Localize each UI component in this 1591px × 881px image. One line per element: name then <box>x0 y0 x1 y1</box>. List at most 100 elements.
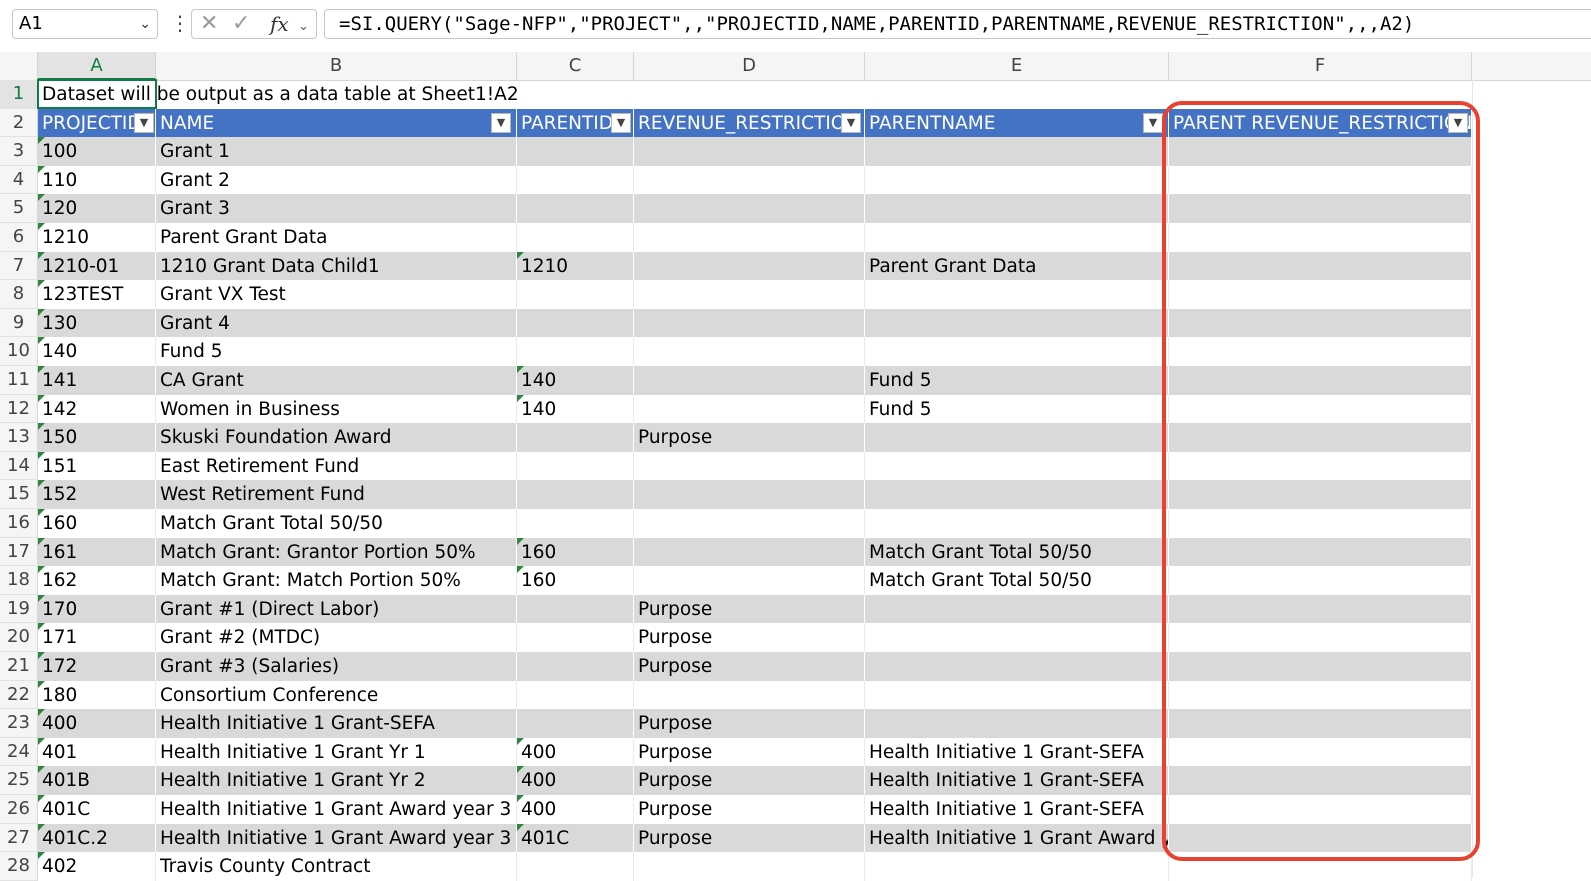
parentname-cell[interactable] <box>865 852 1169 881</box>
revenue-restriction-cell[interactable] <box>634 537 865 567</box>
parentid-cell[interactable] <box>517 137 634 166</box>
projectid-cell[interactable]: 400 <box>38 709 156 738</box>
projectid-cell[interactable]: 141 <box>38 366 156 395</box>
name-cell[interactable]: Grant 1 <box>156 137 517 166</box>
parentname-cell[interactable]: Health Initiative 1 Grant-SEFA <box>865 766 1169 795</box>
parentname-cell[interactable] <box>865 509 1169 538</box>
row-header[interactable]: 8 <box>0 280 38 309</box>
parentname-cell[interactable] <box>865 480 1169 509</box>
parentid-cell[interactable] <box>517 509 634 538</box>
projectid-cell[interactable]: 402 <box>38 852 156 881</box>
parentid-cell[interactable] <box>517 165 634 195</box>
parentname-cell[interactable] <box>865 308 1169 338</box>
name-cell[interactable]: Grant #2 (MTDC) <box>156 623 517 652</box>
name-cell[interactable]: Travis County Contract <box>156 852 517 881</box>
row-header[interactable]: 25 <box>0 766 38 795</box>
name-cell[interactable]: 1210 Grant Data Child1 <box>156 251 517 281</box>
select-all-corner[interactable] <box>0 52 38 80</box>
row-header[interactable]: 14 <box>0 451 38 481</box>
row-header[interactable]: 11 <box>0 366 38 395</box>
parentid-cell[interactable] <box>517 852 634 881</box>
row-header[interactable]: 10 <box>0 337 38 366</box>
row-header[interactable]: 13 <box>0 423 38 452</box>
table-header-projectid[interactable]: PROJECTID ▼ <box>38 108 156 138</box>
name-box[interactable]: A1 ⌄ <box>12 9 158 39</box>
row-header[interactable]: 1 <box>0 80 38 109</box>
revenue-restriction-cell[interactable] <box>634 251 865 281</box>
parentname-cell[interactable] <box>865 223 1169 252</box>
table-header-revenue-restriction[interactable]: REVENUE_RESTRICTION ▼ <box>634 108 865 138</box>
parentid-cell[interactable]: 400 <box>517 737 634 767</box>
name-cell[interactable]: Grant #1 (Direct Labor) <box>156 594 517 624</box>
parentid-cell[interactable] <box>517 423 634 452</box>
parentname-cell[interactable] <box>865 165 1169 195</box>
parentid-cell[interactable] <box>517 308 634 338</box>
revenue-restriction-cell[interactable] <box>634 280 865 309</box>
chevron-down-icon[interactable]: ⌄ <box>298 14 309 40</box>
projectid-cell[interactable]: 401B <box>38 766 156 795</box>
projectid-cell[interactable]: 110 <box>38 165 156 195</box>
parentid-cell[interactable] <box>517 623 634 652</box>
name-cell[interactable]: Consortium Conference <box>156 680 517 710</box>
name-cell[interactable]: Grant 3 <box>156 194 517 223</box>
row-header[interactable]: 12 <box>0 394 38 424</box>
revenue-restriction-cell[interactable] <box>634 223 865 252</box>
filter-dropdown-icon[interactable]: ▼ <box>611 112 631 133</box>
projectid-cell[interactable]: 140 <box>38 337 156 366</box>
parentid-cell[interactable] <box>517 280 634 309</box>
parentid-cell[interactable] <box>517 709 634 738</box>
revenue-restriction-cell[interactable] <box>634 852 865 881</box>
row-header[interactable]: 28 <box>0 852 38 881</box>
parentname-cell[interactable]: Fund 5 <box>865 366 1169 395</box>
column-header-c[interactable]: C <box>517 52 634 80</box>
table-header-name[interactable]: NAME ▼ <box>156 108 517 138</box>
row-header[interactable]: 9 <box>0 308 38 338</box>
row-header[interactable]: 20 <box>0 623 38 652</box>
row-header[interactable]: 5 <box>0 194 38 223</box>
parentid-cell[interactable] <box>517 594 634 624</box>
parentname-cell[interactable] <box>865 594 1169 624</box>
revenue-restriction-cell[interactable] <box>634 680 865 710</box>
parentname-cell[interactable] <box>865 280 1169 309</box>
row-header[interactable]: 7 <box>0 251 38 281</box>
parentid-cell[interactable] <box>517 652 634 681</box>
parentid-cell[interactable]: 400 <box>517 766 634 795</box>
parentid-cell[interactable] <box>517 451 634 481</box>
parentid-cell[interactable]: 1210 <box>517 251 634 281</box>
insert-function-icon[interactable]: fx <box>270 11 289 37</box>
parentname-cell[interactable]: Match Grant Total 50/50 <box>865 566 1169 595</box>
projectid-cell[interactable]: 171 <box>38 623 156 652</box>
name-cell[interactable]: Women in Business <box>156 394 517 424</box>
revenue-restriction-cell[interactable]: Purpose <box>634 795 865 824</box>
parentid-cell[interactable] <box>517 223 634 252</box>
revenue-restriction-cell[interactable]: Purpose <box>634 823 865 853</box>
column-header-a[interactable]: A <box>38 52 156 80</box>
projectid-cell[interactable]: 130 <box>38 308 156 338</box>
name-cell[interactable]: Health Initiative 1 Grant Award year 3 a <box>156 823 517 853</box>
parentname-cell[interactable]: Health Initiative 1 Grant Award ye <box>865 823 1169 853</box>
projectid-cell[interactable]: 152 <box>38 480 156 509</box>
parentname-cell[interactable] <box>865 680 1169 710</box>
parentname-cell[interactable] <box>865 423 1169 452</box>
revenue-restriction-cell[interactable] <box>634 566 865 595</box>
projectid-cell[interactable]: 172 <box>38 652 156 681</box>
projectid-cell[interactable]: 120 <box>38 194 156 223</box>
name-cell[interactable]: Match Grant Total 50/50 <box>156 509 517 538</box>
revenue-restriction-cell[interactable]: Purpose <box>634 737 865 767</box>
projectid-cell[interactable]: 162 <box>38 566 156 595</box>
parentname-cell[interactable] <box>865 709 1169 738</box>
column-header-f[interactable]: F <box>1169 52 1472 80</box>
chevron-down-icon[interactable]: ⌄ <box>139 10 151 38</box>
parentid-cell[interactable] <box>517 194 634 223</box>
projectid-cell[interactable]: 170 <box>38 594 156 624</box>
name-cell[interactable]: Health Initiative 1 Grant Award year 3 <box>156 795 517 824</box>
parentname-cell[interactable]: Fund 5 <box>865 394 1169 424</box>
revenue-restriction-cell[interactable] <box>634 337 865 366</box>
projectid-cell[interactable]: 150 <box>38 423 156 452</box>
revenue-restriction-cell[interactable]: Purpose <box>634 423 865 452</box>
projectid-cell[interactable]: 401 <box>38 737 156 767</box>
revenue-restriction-cell[interactable]: Purpose <box>634 623 865 652</box>
projectid-cell[interactable]: 161 <box>38 537 156 567</box>
enter-icon[interactable]: ✓ <box>232 11 250 37</box>
name-cell[interactable]: Grant VX Test <box>156 280 517 309</box>
